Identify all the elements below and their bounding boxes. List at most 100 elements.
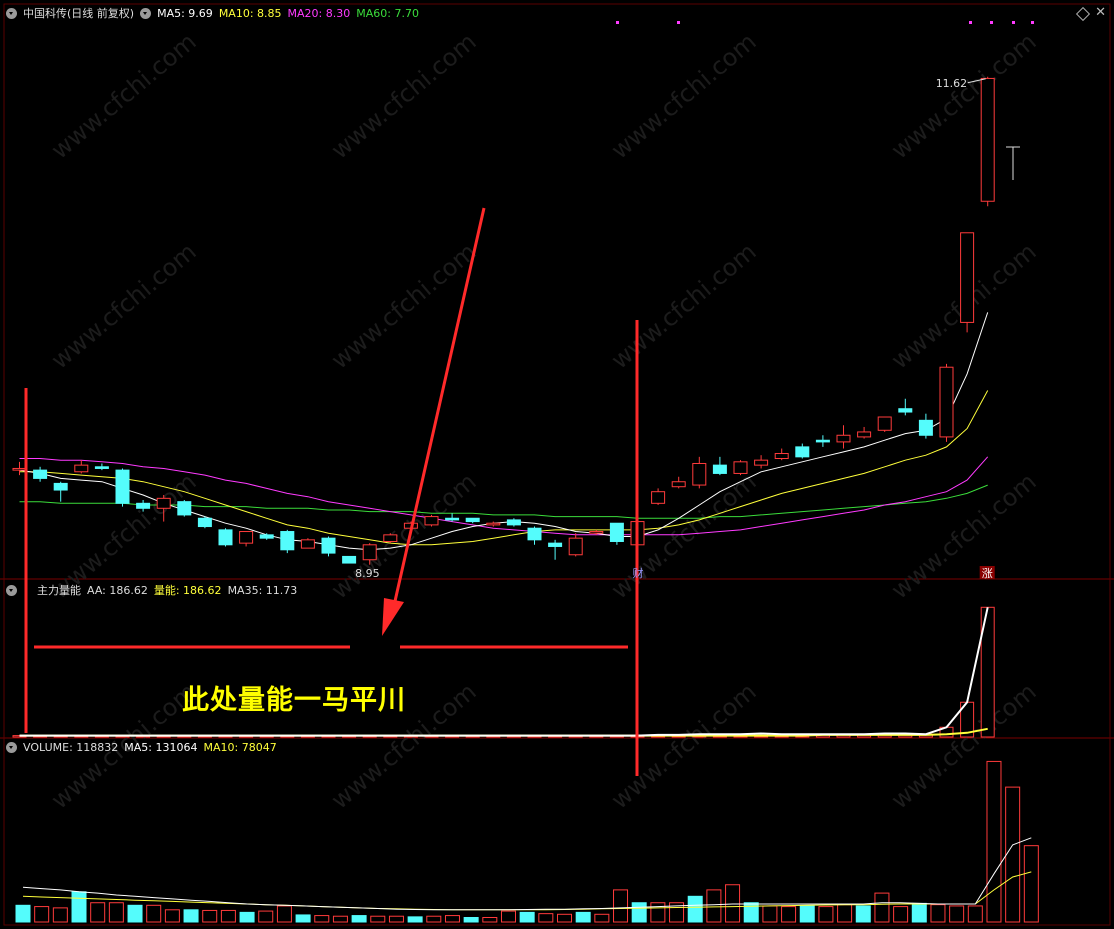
volume-bar: [631, 902, 647, 923]
collapse-icon[interactable]: [6, 8, 17, 19]
volume-bar: [1023, 845, 1039, 923]
volume-bar: [426, 915, 442, 923]
volume-bar: [687, 895, 703, 923]
candle: [733, 461, 748, 474]
annotation-arrow-head: [382, 598, 404, 636]
candle: [300, 539, 315, 549]
signal-dot: [969, 21, 972, 24]
volume-bar: [650, 902, 666, 923]
volume-bar: [463, 917, 479, 923]
ma10-line: [19, 390, 989, 546]
chart-stage: www.cfchi.com www.cfchi.com www.cfchi.com w…: [0, 3, 1114, 926]
candle: [445, 517, 460, 521]
volume-bar: [967, 905, 983, 923]
watermark-text: www.cfchi.com: [326, 237, 482, 374]
price-panel-header: 中国科传(日线 前复权) MA5: 9.69 MA10: 8.85 MA20: 8.3…: [6, 7, 425, 21]
volume-panel: [15, 760, 1039, 923]
volume-bar: [986, 760, 1002, 923]
collapse-icon[interactable]: [6, 585, 17, 596]
volume-bar: [164, 909, 180, 923]
watermark-text: www.cfchi.com: [606, 27, 762, 164]
watermark-text: www.cfchi.com: [46, 27, 202, 164]
ma20-value: MA20: 8.30: [287, 7, 351, 20]
panel-grid: [0, 3, 1114, 926]
watermark-text: www.cfchi.com: [326, 27, 482, 164]
watermark-text: www.cfchi.com: [606, 677, 762, 814]
signal-dot: [677, 21, 680, 24]
volume-bar: [276, 905, 292, 923]
close-icon[interactable]: ✕: [1095, 5, 1106, 20]
watermark-text: www.cfchi.com: [886, 467, 1042, 604]
volume-bar: [575, 911, 591, 923]
candle: [259, 534, 274, 539]
energy-indicator-name[interactable]: 主力量能: [37, 584, 81, 597]
volume-bar: [444, 915, 460, 923]
volume-bar: [314, 915, 330, 923]
volume-bar: [930, 904, 946, 923]
indicator-toggle-icon[interactable]: [140, 8, 152, 19]
candle: [918, 419, 933, 436]
stock-title: 中国科传(日线 前复权): [23, 7, 135, 20]
candle: [774, 453, 789, 460]
volume-bar: [34, 906, 50, 923]
energy-aa-value: AA: 186.62: [87, 584, 148, 597]
candle: [74, 464, 89, 473]
volume-ma5-value: MA5: 131064: [124, 741, 198, 754]
volume-bar: [108, 902, 124, 923]
watermark-text: www.cfchi.com: [606, 237, 762, 374]
volume-bar: [146, 904, 162, 923]
candle: [712, 464, 727, 474]
candle: [321, 537, 336, 554]
volume-bar: [818, 906, 834, 923]
candle: [136, 502, 151, 509]
collapse-icon[interactable]: [6, 742, 17, 753]
candle: [465, 517, 480, 523]
limit-up-marker: 涨: [982, 567, 993, 580]
volume-bar: [388, 915, 404, 923]
signal-dot: [990, 21, 993, 24]
volume-bar: [220, 909, 236, 923]
candle: [177, 501, 192, 516]
high-price-label: 11.62: [936, 77, 968, 90]
energy-panel-header: 主力量能 AA: 186.62 量能: 186.62 MA35: 11.73: [6, 584, 303, 598]
volume-bar: [594, 913, 610, 923]
candle: [568, 537, 583, 556]
candle: [342, 555, 357, 564]
candle: [156, 497, 171, 509]
volume-bar: [407, 916, 423, 923]
volume-bar: [874, 892, 890, 923]
signal-dot: [1012, 21, 1015, 24]
volume-bar: [52, 907, 68, 923]
volume-bar: [743, 902, 759, 923]
volume-bar: [332, 915, 348, 923]
volume-bar: [15, 904, 31, 923]
candle: [795, 446, 810, 458]
volume-bar: [1005, 786, 1021, 923]
volume-value: VOLUME: 118832: [23, 741, 119, 754]
volume-panel-header: VOLUME: 118832 MA5: 131064 MA10: 78047: [6, 741, 283, 755]
volume-bar: [295, 914, 311, 923]
volume-ma10-line: [22, 871, 1032, 911]
candle: [424, 516, 439, 526]
watermark-text: www.cfchi.com: [886, 27, 1042, 164]
financial-report-marker: 财: [633, 566, 644, 580]
candle: [651, 491, 666, 504]
volume-bar: [482, 917, 498, 923]
candle: [33, 469, 48, 479]
candle: [836, 434, 851, 443]
candle: [980, 77, 995, 202]
volume-bar: [538, 913, 554, 923]
volume-bar: [781, 906, 797, 923]
volume-bar: [725, 884, 741, 923]
volume-bar: [911, 902, 927, 923]
candle: [197, 517, 212, 528]
candle: [280, 531, 295, 551]
candle: [12, 467, 27, 471]
candle: [383, 534, 398, 542]
candle: [94, 466, 109, 469]
watermark-text: www.cfchi.com: [46, 237, 202, 374]
annotation-text: 此处量能一马平川: [182, 685, 406, 716]
volume-bar: [706, 889, 722, 923]
candle: [609, 522, 624, 542]
volume-bar: [762, 905, 778, 923]
